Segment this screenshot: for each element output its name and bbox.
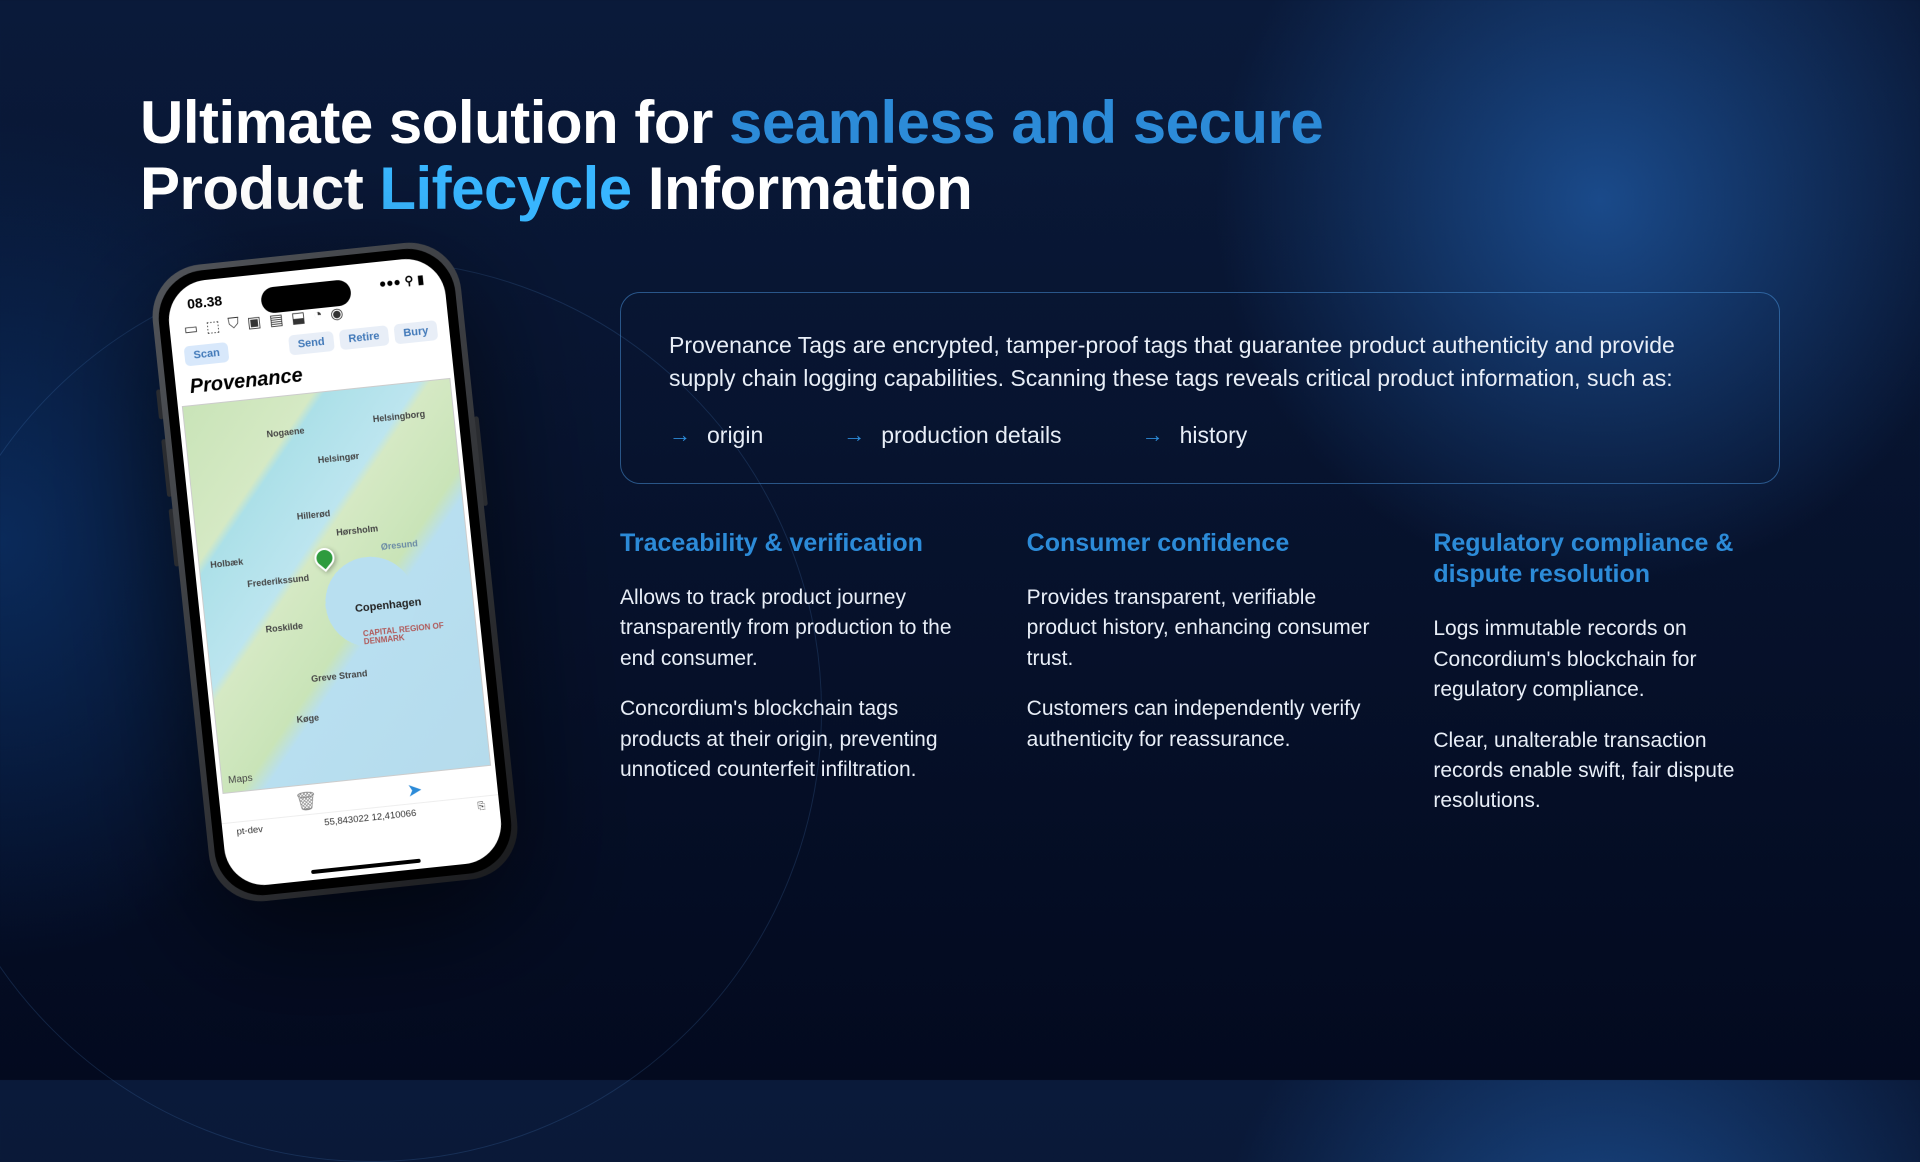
label-hillerod: Hillerød: [296, 509, 330, 522]
location-icon[interactable]: ➤: [406, 779, 423, 801]
trash-icon[interactable]: 🗑: [294, 790, 319, 813]
title-part1: Ultimate solution for: [140, 89, 729, 156]
person-icon: ◔: [312, 306, 323, 325]
intro-list: → origin → production details → history: [669, 422, 1731, 449]
clipboard-icon: ▤: [268, 310, 284, 329]
feature-paragraph: Customers can independently verify authe…: [1027, 694, 1374, 755]
slide: Ultimate solution for seamless and secur…: [0, 0, 1920, 1080]
feature-confidence: Consumer confidence Provides transparent…: [1027, 528, 1374, 837]
label-koge: Køge: [296, 713, 319, 725]
send-button[interactable]: Send: [288, 331, 335, 356]
battery-icon: ▮: [417, 272, 425, 287]
label-frederikssund: Frederikssund: [247, 573, 310, 589]
home-indicator: [311, 859, 421, 874]
title-part2: Product: [140, 155, 379, 222]
arrow-icon: →: [669, 422, 691, 448]
label-helsingborg: Helsingborg: [372, 409, 425, 424]
label-nogaene: Nogaene: [266, 425, 305, 439]
feature-paragraph: Provides transparent, verifiable product…: [1027, 583, 1374, 674]
bury-button[interactable]: Bury: [393, 320, 438, 344]
intro-item-origin: → origin: [669, 422, 763, 449]
page-title: Ultimate solution for seamless and secur…: [140, 90, 1780, 222]
env-label: pt-dev: [236, 824, 263, 838]
feature-paragraph: Clear, unalterable transaction records e…: [1433, 726, 1780, 817]
intro-item-production: → production details: [843, 422, 1061, 449]
status-time: 08.38: [186, 292, 223, 312]
intro-item-label: production details: [881, 422, 1061, 449]
maps-attribution: Maps: [228, 773, 253, 786]
cube-icon: ⬚: [205, 317, 221, 336]
label-greve: Greve Strand: [311, 669, 368, 685]
phone-column: 08.38 ●●● ⚲ ▮ ▭ ⬚ ⛉: [140, 282, 580, 1002]
book-icon: ▭: [183, 319, 199, 338]
feature-traceability: Traceability & verification Allows to tr…: [620, 528, 967, 837]
feature-columns: Traceability & verification Allows to tr…: [620, 528, 1780, 837]
text-column: Provenance Tags are encrypted, tamper-pr…: [620, 282, 1780, 1002]
label-region: CAPITAL REGION OF DENMARK: [363, 618, 477, 646]
map[interactable]: Copenhagen Helsingborg Helsingør Roskild…: [182, 378, 491, 794]
arrow-icon: →: [1142, 422, 1164, 448]
phone-screen: 08.38 ●●● ⚲ ▮ ▭ ⬚ ⛉: [165, 255, 505, 889]
intro-box: Provenance Tags are encrypted, tamper-pr…: [620, 292, 1780, 484]
title-highlight-2: Lifecycle: [379, 155, 631, 222]
intro-item-label: origin: [707, 422, 763, 449]
phone-frame: 08.38 ●●● ⚲ ▮ ▭ ⬚ ⛉: [147, 238, 522, 907]
feature-paragraph: Allows to track product journey transpar…: [620, 583, 967, 674]
signal-icon: ●●●: [378, 275, 401, 291]
feature-heading: Consumer confidence: [1027, 528, 1374, 559]
label-roskilde: Roskilde: [265, 621, 303, 635]
title-part3: Information: [632, 155, 973, 222]
camera-icon: ▣: [246, 312, 262, 331]
feature-paragraph: Concordium's blockchain tags products at…: [620, 694, 967, 785]
content-row: 08.38 ●●● ⚲ ▮ ▭ ⬚ ⛉: [140, 282, 1780, 1002]
label-horsholm: Hørsholm: [336, 523, 379, 537]
phone-mockup: 08.38 ●●● ⚲ ▮ ▭ ⬚ ⛉: [147, 238, 522, 907]
intro-text: Provenance Tags are encrypted, tamper-pr…: [669, 329, 1731, 396]
coords-text: 55,843022 12,410066: [324, 808, 417, 829]
status-indicators: ●●● ⚲ ▮: [378, 272, 424, 291]
label-oresund: Øresund: [380, 538, 418, 552]
arrow-icon: →: [843, 422, 865, 448]
feature-paragraph: Logs immutable records on Concordium's b…: [1433, 614, 1780, 705]
retire-button[interactable]: Retire: [339, 325, 390, 350]
copy-icon[interactable]: ⎘: [477, 801, 486, 813]
wifi-icon: ⚲: [404, 273, 414, 288]
feature-compliance: Regulatory compliance & dispute resoluti…: [1433, 528, 1780, 837]
intro-item-label: history: [1180, 422, 1248, 449]
label-helsingor: Helsingør: [317, 451, 359, 465]
phone-rim: 08.38 ●●● ⚲ ▮ ▭ ⬚ ⛉: [154, 244, 516, 900]
label-copenhagen: Copenhagen: [354, 597, 422, 616]
label-holbaek: Holbæk: [210, 557, 244, 570]
scan-button[interactable]: Scan: [184, 342, 230, 367]
feature-heading: Regulatory compliance & dispute resoluti…: [1433, 528, 1780, 591]
shield-icon: ⛉: [227, 315, 240, 334]
feature-heading: Traceability & verification: [620, 528, 967, 559]
map-pin: [314, 547, 334, 571]
title-highlight-1: seamless and secure: [729, 89, 1323, 156]
intro-item-history: → history: [1142, 422, 1248, 449]
